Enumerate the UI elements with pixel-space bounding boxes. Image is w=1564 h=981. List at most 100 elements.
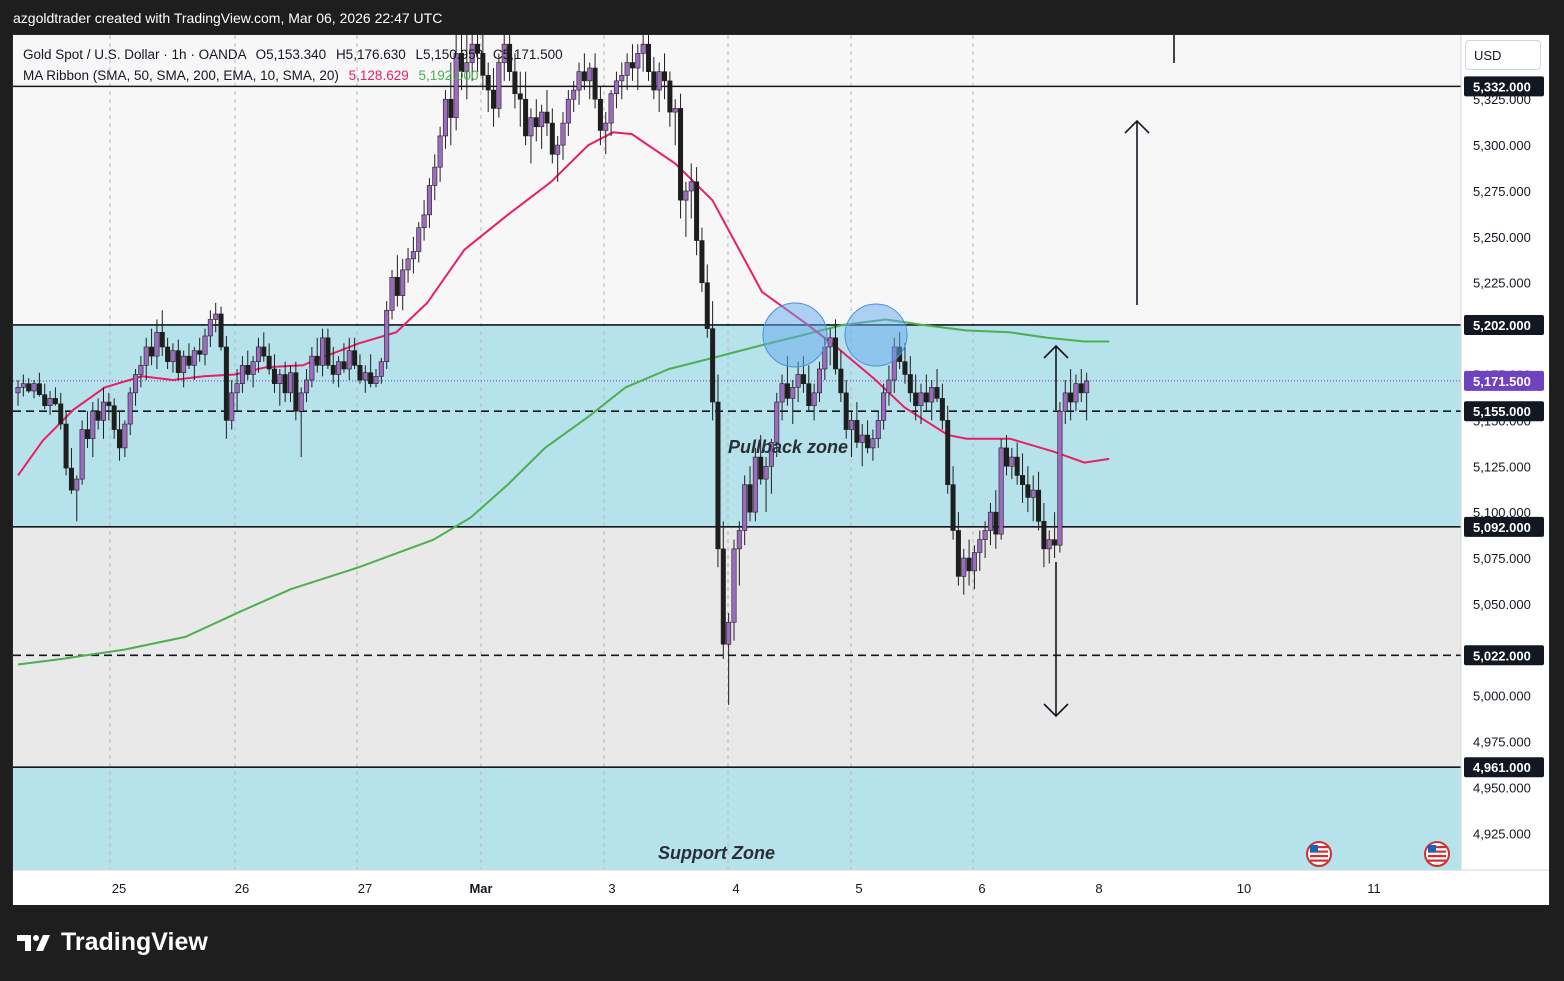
candle-body[interactable] — [1009, 456, 1015, 467]
candle-body[interactable] — [330, 365, 336, 375]
candle-body[interactable] — [111, 405, 117, 430]
candle-body[interactable] — [432, 166, 438, 186]
symbol-name[interactable]: Gold Spot / U.S. Dollar · 1h · OANDA — [23, 47, 246, 62]
candle-body[interactable] — [154, 331, 160, 357]
candle-body[interactable] — [266, 355, 272, 370]
candle-body[interactable] — [982, 530, 988, 540]
candle-body[interactable] — [239, 365, 245, 384]
candle-body[interactable] — [726, 621, 732, 645]
candle-body[interactable] — [683, 190, 689, 201]
candle-body[interactable] — [1057, 410, 1063, 546]
candle-body[interactable] — [416, 227, 422, 252]
candle-body[interactable] — [993, 511, 999, 535]
candle-body[interactable] — [854, 420, 860, 443]
candle-body[interactable] — [523, 98, 529, 137]
candle-body[interactable] — [581, 71, 587, 82]
candle-body[interactable] — [1084, 380, 1090, 394]
candle-body[interactable] — [410, 251, 416, 260]
candle-body[interactable] — [875, 420, 881, 440]
candle-body[interactable] — [1078, 383, 1084, 394]
candle-body[interactable] — [277, 374, 283, 384]
candle-body[interactable] — [309, 355, 315, 381]
candle-body[interactable] — [811, 392, 817, 407]
candle-body[interactable] — [20, 383, 26, 388]
candle-body[interactable] — [923, 392, 929, 403]
candle-body[interactable] — [213, 313, 219, 320]
candle-body[interactable] — [52, 398, 58, 405]
candle-body[interactable] — [763, 465, 769, 480]
candle-body[interactable] — [373, 376, 379, 384]
candle-body[interactable] — [645, 43, 651, 73]
candle-body[interactable] — [1020, 475, 1026, 485]
candle-body[interactable] — [640, 43, 646, 54]
candle-body[interactable] — [138, 365, 144, 375]
candle-body[interactable] — [170, 350, 176, 362]
candle-body[interactable] — [784, 383, 790, 399]
candle-body[interactable] — [592, 67, 598, 100]
candle-body[interactable] — [795, 374, 801, 388]
candle-body[interactable] — [603, 122, 609, 131]
candle-body[interactable] — [1062, 392, 1068, 412]
candle-body[interactable] — [1041, 521, 1047, 550]
candle-body[interactable] — [886, 379, 892, 394]
candle-body[interactable] — [678, 108, 684, 201]
candle-body[interactable] — [800, 374, 806, 384]
candle-body[interactable] — [1036, 489, 1042, 522]
candle-body[interactable] — [571, 89, 577, 100]
candle-body[interactable] — [1014, 456, 1020, 476]
candle-body[interactable] — [314, 355, 320, 366]
candle-body[interactable] — [907, 374, 913, 394]
candle-body[interactable] — [421, 214, 427, 228]
candle-body[interactable] — [15, 387, 21, 394]
candle-body[interactable] — [576, 71, 582, 91]
chart-canvas[interactable]: Pullback zoneSupport Zone5,325.0005,300.… — [0, 0, 1564, 981]
candle-body[interactable] — [1003, 447, 1009, 467]
candle-body[interactable] — [816, 368, 822, 394]
candle-body[interactable] — [31, 383, 37, 392]
candle-body[interactable] — [843, 392, 849, 430]
candle-body[interactable] — [934, 387, 940, 399]
candle-body[interactable] — [122, 423, 128, 449]
candle-body[interactable] — [159, 331, 165, 348]
candle-body[interactable] — [84, 429, 90, 440]
candle-body[interactable] — [971, 552, 977, 572]
candle-body[interactable] — [325, 337, 331, 366]
candle-body[interactable] — [865, 434, 871, 449]
candle-body[interactable] — [1073, 383, 1079, 403]
candle-body[interactable] — [619, 75, 625, 82]
candle-body[interactable] — [293, 372, 299, 412]
candle-body[interactable] — [747, 484, 753, 513]
candle-body[interactable] — [234, 383, 240, 394]
candle-body[interactable] — [613, 80, 619, 95]
candle-body[interactable] — [165, 346, 171, 362]
candle-body[interactable] — [202, 335, 208, 355]
candle-body[interactable] — [790, 387, 796, 399]
candle-body[interactable] — [218, 313, 224, 348]
candle-body[interactable] — [913, 392, 919, 407]
candle-body[interactable] — [74, 478, 80, 491]
candle-body[interactable] — [902, 361, 908, 375]
candle-body[interactable] — [250, 361, 256, 375]
candle-body[interactable] — [384, 309, 390, 362]
candle-body[interactable] — [223, 346, 229, 421]
candle-body[interactable] — [362, 372, 368, 381]
candle-body[interactable] — [656, 71, 662, 91]
candle-body[interactable] — [442, 98, 448, 137]
candle-body[interactable] — [624, 62, 630, 76]
candle-body[interactable] — [688, 181, 694, 192]
candle-body[interactable] — [106, 401, 112, 407]
candle-body[interactable] — [175, 350, 181, 373]
candle-body[interactable] — [929, 387, 935, 403]
candle-body[interactable] — [405, 258, 411, 271]
candle-body[interactable] — [368, 372, 374, 384]
candle-body[interactable] — [859, 434, 865, 443]
candle-body[interactable] — [100, 401, 106, 421]
candle-body[interactable] — [394, 276, 400, 296]
candle-body[interactable] — [346, 350, 352, 370]
candle-body[interactable] — [378, 361, 384, 377]
candle-body[interactable] — [966, 557, 972, 572]
candle-body[interactable] — [389, 276, 395, 311]
candle-body[interactable] — [186, 355, 192, 366]
candle-body[interactable] — [950, 484, 956, 531]
candle-body[interactable] — [197, 350, 203, 355]
